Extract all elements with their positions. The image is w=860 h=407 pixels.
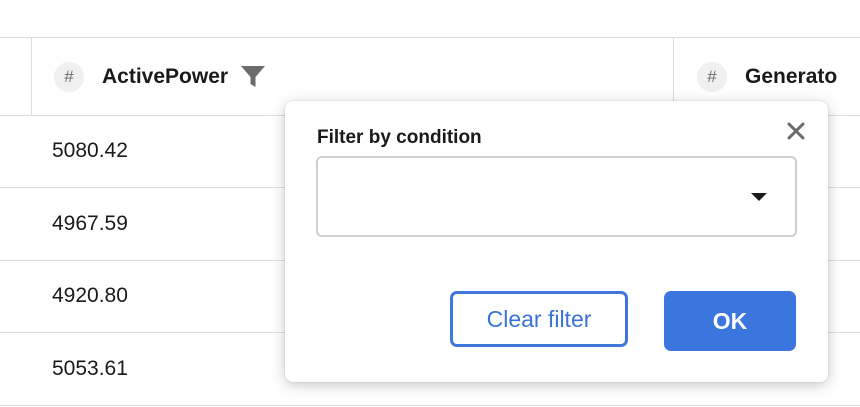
column-title: ActivePower (102, 64, 229, 88)
filter-popup: Filter by condition Clear filter OK (285, 101, 828, 382)
close-icon[interactable] (782, 117, 810, 145)
cell-active-power[interactable]: 4920.80 (52, 260, 128, 332)
column-divider[interactable] (31, 38, 32, 115)
cell-active-power[interactable]: 5053.61 (52, 333, 128, 405)
cell-active-power[interactable]: 5080.42 (52, 115, 128, 187)
numeric-type-icon: # (697, 61, 727, 92)
filter-icon[interactable] (240, 65, 266, 89)
caret-down-icon (750, 189, 768, 207)
clear-filter-button[interactable]: Clear filter (450, 291, 628, 347)
column-title: Generato (745, 64, 838, 88)
filter-label: Filter by condition (317, 127, 482, 148)
condition-select[interactable] (316, 156, 797, 237)
ok-button[interactable]: OK (664, 291, 796, 351)
numeric-type-icon: # (54, 61, 84, 92)
cell-active-power[interactable]: 4967.59 (52, 188, 128, 260)
